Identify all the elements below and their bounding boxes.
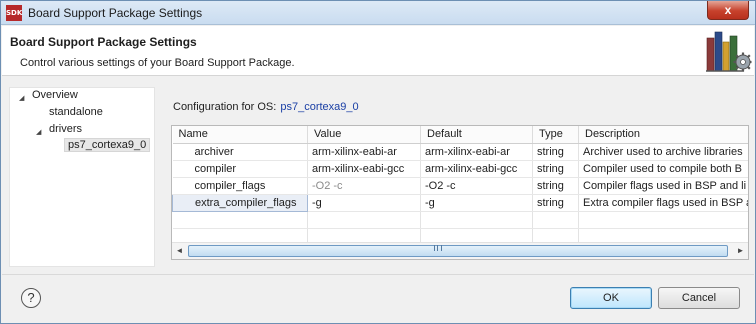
- tree-item-drivers[interactable]: drivers: [49, 123, 82, 135]
- cell-name: compiler: [172, 160, 308, 178]
- column-header-type[interactable]: Type: [532, 126, 579, 144]
- books-gear-icon: [706, 31, 752, 72]
- cell-type: string: [532, 160, 579, 178]
- cell-value[interactable]: -O2 -c: [307, 177, 421, 195]
- title-bar[interactable]: SDK Board Support Package Settings x: [1, 1, 755, 25]
- sdk-app-icon: SDK: [6, 5, 22, 21]
- cell-default: arm-xilinx-eabi-ar: [420, 143, 533, 161]
- column-header-name[interactable]: Name: [172, 126, 308, 144]
- scrollbar-grip-icon: [434, 245, 442, 251]
- cell-default: -O2 -c: [420, 177, 533, 195]
- settings-tree: ◢ Overview standalone ◢ drivers ps7_cort…: [9, 87, 155, 267]
- table-row[interactable]: extra_compiler_flags -g -g string Extra …: [172, 193, 748, 212]
- column-header-default[interactable]: Default: [420, 126, 533, 144]
- dialog-header: Board Support Package Settings Control v…: [2, 26, 754, 76]
- cell-value[interactable]: arm-xilinx-eabi-gcc: [307, 160, 421, 178]
- tree-item-ps7-cortexa9-0[interactable]: ps7_cortexa9_0: [64, 138, 151, 152]
- settings-panel: Configuration for OS: ps7_cortexa9_0 Name…: [163, 87, 753, 267]
- help-button[interactable]: ?: [21, 288, 41, 308]
- ok-button[interactable]: OK: [570, 287, 652, 309]
- cell-description: Archiver used to archive libraries: [578, 143, 748, 161]
- scroll-left-icon[interactable]: ◄: [173, 245, 186, 257]
- dialog-window: SDK Board Support Package Settings x Boa…: [0, 0, 756, 324]
- tree-item-standalone[interactable]: standalone: [49, 106, 103, 118]
- cell-default: -g: [420, 194, 533, 212]
- tree-item-overview[interactable]: Overview: [32, 89, 78, 101]
- cell-default: arm-xilinx-eabi-gcc: [420, 160, 533, 178]
- cell-type: string: [532, 177, 579, 195]
- header-description: Control various settings of your Board S…: [20, 57, 295, 69]
- table-row: [172, 211, 748, 229]
- column-header-value[interactable]: Value: [307, 126, 421, 144]
- cell-description: Extra compiler flags used in BSP a: [578, 194, 748, 212]
- column-header-description[interactable]: Description: [578, 126, 748, 144]
- cell-description: Compiler used to compile both B: [578, 160, 748, 178]
- table-header-row: Name Value Default Type Description: [172, 126, 748, 144]
- scroll-right-icon[interactable]: ►: [734, 245, 747, 257]
- close-button[interactable]: x: [707, 1, 749, 20]
- cell-name: archiver: [172, 143, 308, 161]
- cell-description: Compiler flags used in BSP and li: [578, 177, 748, 195]
- config-os-value: ps7_cortexa9_0: [280, 101, 359, 113]
- cell-value[interactable]: -g: [307, 194, 421, 212]
- header-title: Board Support Package Settings: [10, 35, 197, 49]
- cancel-button[interactable]: Cancel: [658, 287, 740, 309]
- settings-table: Name Value Default Type Description arch…: [171, 125, 749, 260]
- window-title: Board Support Package Settings: [28, 6, 203, 20]
- cell-value[interactable]: arm-xilinx-eabi-ar: [307, 143, 421, 161]
- table-row[interactable]: compiler_flags -O2 -c -O2 -c string Comp…: [172, 177, 748, 195]
- footer-divider: [2, 274, 754, 275]
- horizontal-scrollbar[interactable]: ◄ ►: [172, 242, 748, 259]
- config-label-row: Configuration for OS: ps7_cortexa9_0: [173, 101, 359, 113]
- cell-type: string: [532, 143, 579, 161]
- cell-name: compiler_flags: [172, 177, 308, 195]
- table-row[interactable]: compiler arm-xilinx-eabi-gcc arm-xilinx-…: [172, 160, 748, 178]
- cell-name: extra_compiler_flags: [172, 193, 308, 212]
- expand-arrow-icon[interactable]: ◢: [19, 94, 24, 102]
- table-row[interactable]: archiver arm-xilinx-eabi-ar arm-xilinx-e…: [172, 143, 748, 161]
- scrollbar-thumb[interactable]: [188, 245, 728, 257]
- cell-type: string: [532, 194, 579, 212]
- expand-arrow-icon[interactable]: ◢: [36, 128, 41, 136]
- config-label: Configuration for OS:: [173, 101, 277, 113]
